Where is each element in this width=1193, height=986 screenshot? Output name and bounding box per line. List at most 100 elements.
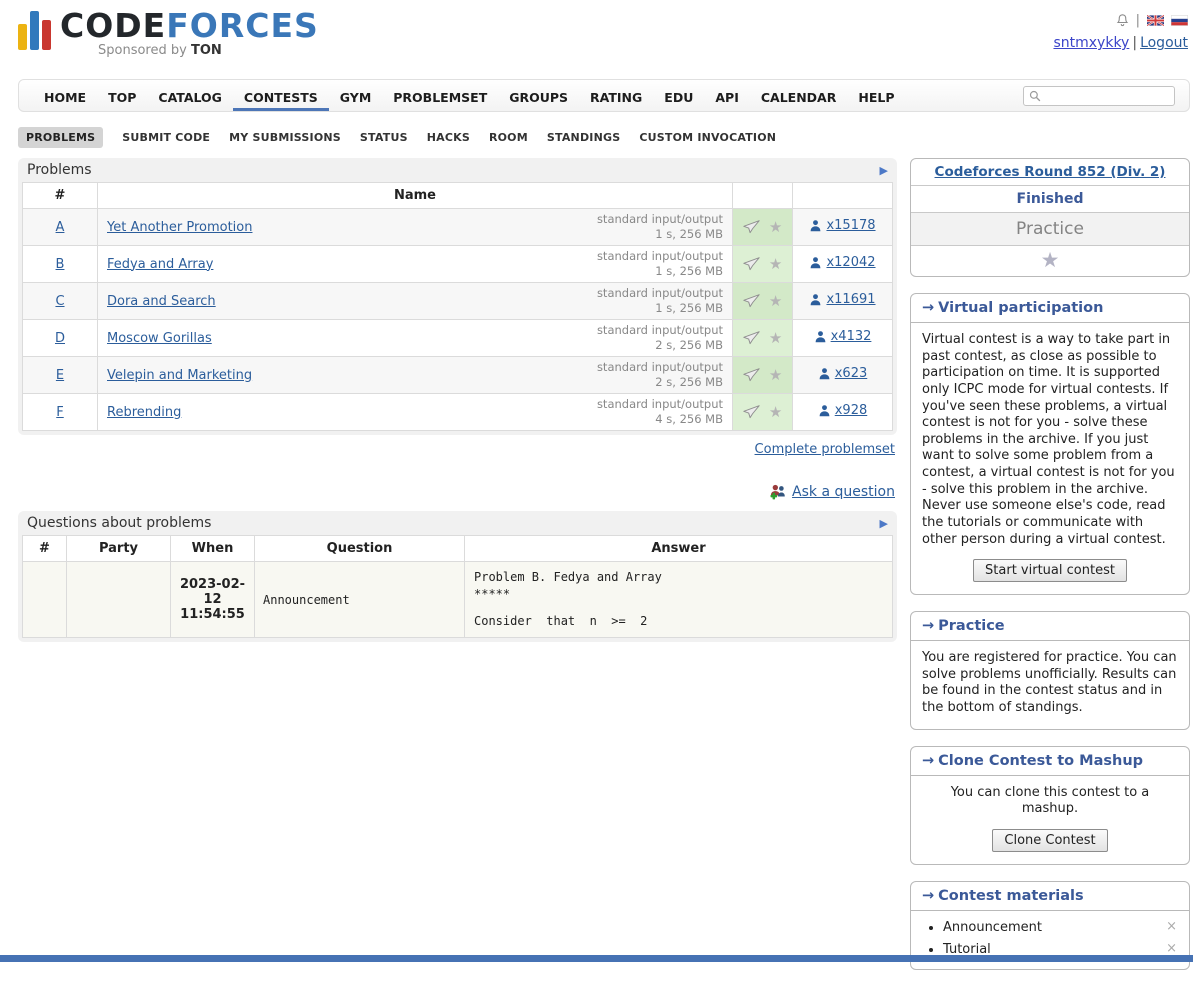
bell-icon[interactable]: [1116, 13, 1129, 28]
favorite-star-icon[interactable]: ★: [769, 218, 782, 236]
start-virtual-contest-button[interactable]: Start virtual contest: [973, 559, 1127, 582]
complete-problemset-link[interactable]: Complete problemset: [755, 442, 895, 457]
caption-arrow-icon[interactable]: ▶: [880, 517, 888, 530]
nav-item-problemset[interactable]: PROBLEMSET: [382, 81, 498, 111]
nav-item-contests[interactable]: CONTESTS: [233, 81, 329, 111]
submit-icon[interactable]: [743, 332, 760, 347]
question-row: 2023-02-12 11:54:55 Announcement Problem…: [23, 562, 893, 638]
logo-bars-icon: [18, 8, 51, 50]
question-answer: Problem B. Fedya and Array ***** Conside…: [465, 562, 893, 638]
problem-index-link[interactable]: A: [56, 220, 65, 235]
arrow-icon: →: [922, 753, 934, 769]
box-title: →Practice: [911, 612, 1189, 641]
nav-item-edu[interactable]: EDU: [653, 81, 704, 111]
contest-star-icon[interactable]: ★: [1041, 248, 1060, 272]
problem-index-link[interactable]: C: [55, 294, 64, 309]
problems-caption: Problems: [27, 162, 92, 178]
contest-info-box: Codeforces Round 852 (Div. 2) Finished P…: [910, 158, 1190, 277]
favorite-star-icon[interactable]: ★: [769, 329, 782, 347]
close-icon[interactable]: ×: [1166, 941, 1177, 956]
problem-name-link[interactable]: Velepin and Marketing: [107, 368, 252, 383]
tab-submit-code[interactable]: SUBMIT CODE: [122, 131, 210, 144]
submit-icon[interactable]: [743, 406, 760, 421]
submit-icon[interactable]: [743, 295, 760, 310]
solved-count-link[interactable]: x4132: [814, 329, 872, 344]
uk-flag-icon[interactable]: [1147, 15, 1164, 26]
problem-constraints: standard input/output2 s, 256 MB: [597, 360, 723, 390]
solved-count-link[interactable]: x623: [818, 366, 868, 381]
ask-question-link[interactable]: Ask a question: [792, 484, 895, 500]
tab-hacks[interactable]: HACKS: [427, 131, 470, 144]
problem-index-link[interactable]: E: [56, 368, 64, 383]
nav-item-home[interactable]: HOME: [33, 81, 97, 111]
tab-status[interactable]: STATUS: [360, 131, 408, 144]
nav-item-top[interactable]: TOP: [97, 81, 147, 111]
solved-count-link[interactable]: x928: [818, 403, 868, 418]
solved-count-link[interactable]: x15178: [809, 218, 875, 233]
caption-arrow-icon[interactable]: ▶: [880, 164, 888, 177]
person-icon: [814, 330, 827, 343]
virtual-participation-text: Virtual contest is a way to take part in…: [922, 332, 1178, 548]
solved-count-link[interactable]: x11691: [809, 292, 875, 307]
clone-text: You can clone this contest to a mashup.: [922, 785, 1178, 818]
codeforces-logo[interactable]: CODEFORCES Sponsored by TON: [18, 8, 319, 74]
favorite-star-icon[interactable]: ★: [769, 255, 782, 273]
questions-caption: Questions about problems: [27, 515, 211, 531]
nav-item-groups[interactable]: GROUPS: [498, 81, 579, 111]
tab-standings[interactable]: STANDINGS: [547, 131, 620, 144]
problem-name-link[interactable]: Moscow Gorillas: [107, 331, 212, 346]
tab-custom-invocation[interactable]: CUSTOM INVOCATION: [639, 131, 776, 144]
contest-title-link[interactable]: Codeforces Round 852 (Div. 2): [935, 164, 1166, 180]
problem-name-link[interactable]: Yet Another Promotion: [107, 220, 252, 235]
problem-name-link[interactable]: Fedya and Array: [107, 257, 213, 272]
person-icon: [809, 293, 822, 306]
search-icon: [1029, 90, 1041, 102]
contest-mode: Practice: [911, 212, 1189, 245]
nav-item-gym[interactable]: GYM: [329, 81, 382, 111]
tab-problems[interactable]: PROBLEMS: [18, 127, 103, 148]
tab-room[interactable]: ROOM: [489, 131, 528, 144]
submit-icon[interactable]: [743, 221, 760, 236]
problem-name-link[interactable]: Rebrending: [107, 405, 181, 420]
box-title: →Virtual participation: [911, 294, 1189, 323]
submit-icon[interactable]: [743, 369, 760, 384]
favorite-star-icon[interactable]: ★: [769, 366, 782, 384]
problems-header-row: # Name: [23, 183, 893, 209]
problem-index-link[interactable]: F: [56, 405, 63, 420]
problem-name-link[interactable]: Dora and Search: [107, 294, 216, 309]
search-input[interactable]: [1045, 88, 1163, 104]
nav-item-help[interactable]: HELP: [847, 81, 905, 111]
separator: |: [1132, 35, 1137, 51]
problem-constraints: standard input/output1 s, 256 MB: [597, 249, 723, 279]
nav-item-api[interactable]: API: [704, 81, 750, 111]
submit-icon[interactable]: [743, 258, 760, 273]
material-item-announcement[interactable]: Announcement ×: [943, 920, 1177, 935]
col-actions: [733, 183, 793, 209]
username-link[interactable]: sntmxykky: [1053, 35, 1129, 51]
box-title: →Contest materials: [911, 882, 1189, 911]
solved-count-link[interactable]: x12042: [809, 255, 875, 270]
nav-item-calendar[interactable]: CALENDAR: [750, 81, 848, 111]
tab-my-submissions[interactable]: MY SUBMISSIONS: [229, 131, 341, 144]
close-icon[interactable]: ×: [1166, 919, 1177, 934]
table-row: D Moscow Gorillas standard input/output2…: [23, 320, 893, 357]
ru-flag-icon[interactable]: [1171, 15, 1188, 26]
nav-item-rating[interactable]: RATING: [579, 81, 653, 111]
logout-link[interactable]: Logout: [1140, 35, 1188, 51]
box-title: →Clone Contest to Mashup: [911, 747, 1189, 776]
nav-item-catalog[interactable]: CATALOG: [147, 81, 233, 111]
table-row: A Yet Another Promotion standard input/o…: [23, 209, 893, 246]
header-right: | sntmxykky|Logout: [1053, 8, 1190, 74]
problem-constraints: standard input/output2 s, 256 MB: [597, 323, 723, 353]
problem-index-link[interactable]: D: [55, 331, 65, 346]
practice-box: →Practice You are registered for practic…: [910, 611, 1190, 730]
favorite-star-icon[interactable]: ★: [769, 403, 782, 421]
col-name: Name: [98, 183, 733, 209]
favorite-star-icon[interactable]: ★: [769, 292, 782, 310]
table-row: B Fedya and Array standard input/output1…: [23, 246, 893, 283]
sidebar: Codeforces Round 852 (Div. 2) Finished P…: [910, 158, 1190, 986]
clone-contest-button[interactable]: Clone Contest: [992, 829, 1107, 852]
problem-index-link[interactable]: B: [56, 257, 65, 272]
ask-question-icon: [769, 484, 787, 500]
search-box[interactable]: [1023, 86, 1175, 106]
